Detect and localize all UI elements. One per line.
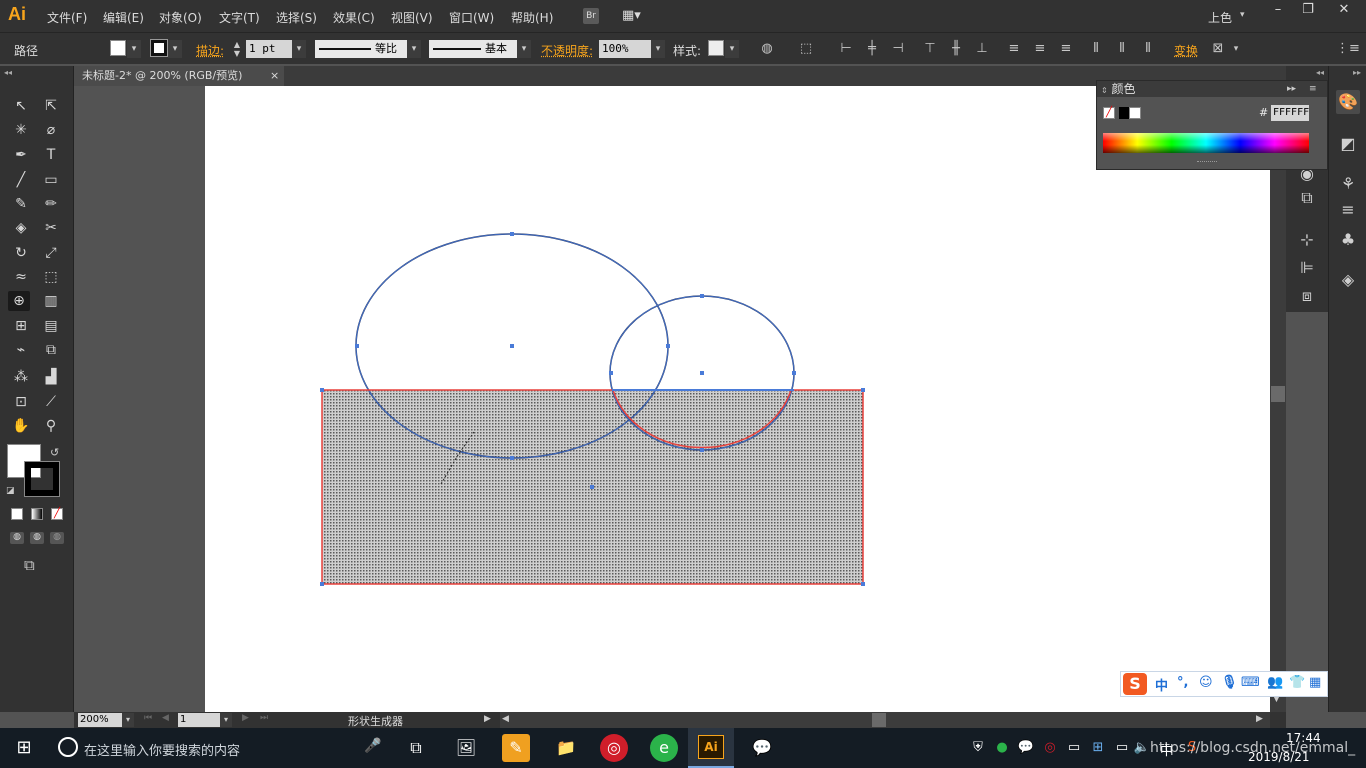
watermark-text: https://blog.csdn.net/emmal_ [1150,740,1356,756]
zoom-dropdown-icon[interactable]: ▾ [122,713,134,727]
pathfinder-panel-icon[interactable]: ⧈ [1295,284,1319,308]
next-artboard-icon[interactable]: ▶ [242,713,249,723]
illustrator-taskbar-item[interactable]: Ai [688,728,734,768]
keyboard-icon[interactable]: ⌨ [1241,675,1260,690]
color-spectrum[interactable] [1103,133,1309,153]
color-guide-panel-icon[interactable]: ◩ [1336,132,1360,156]
skin-icon[interactable]: 👕 [1289,675,1305,690]
ime-mode-toggle[interactable]: 中 [1155,675,1168,694]
first-artboard-icon[interactable]: ⏮ [144,713,152,723]
expand-panel-icon[interactable]: ▸▸ [1287,81,1296,97]
symbols-panel-icon[interactable]: ♣ [1336,228,1360,252]
layers-panel-icon[interactable]: ◈ [1336,268,1360,292]
brushes-panel-icon[interactable]: ⚘ [1336,172,1360,196]
cortana-circle-icon [58,737,78,757]
panel-dock-right: ▸▸ 🎨 ◩ ⚘ ≡ ♣ ◈ [1328,66,1366,712]
graphic-styles-panel-icon[interactable]: ⧉ [1295,186,1319,210]
emoji-icon[interactable]: ☺ [1199,675,1213,690]
hex-color-field[interactable]: FFFFFF [1271,105,1309,121]
horizontal-scroll-thumb[interactable] [872,713,886,727]
photos-app-icon[interactable]: 🖼 [452,734,480,762]
horizontal-scrollbar[interactable]: ◀ ▶ [500,712,1270,728]
wechat-app-icon[interactable]: 💬 [748,734,776,762]
vertical-scrollbar[interactable]: ▼ [1270,86,1286,712]
stroke-panel-icon[interactable]: ≡ [1336,198,1360,222]
artboard-number-field[interactable]: 1 [178,713,220,727]
expand-dock-icon-2[interactable]: ▸▸ [1353,68,1361,77]
black-color-swatch[interactable] [1119,107,1129,119]
current-tool-label: 形状生成器 [348,715,403,728]
voice-search-icon[interactable]: 🎤 [364,738,381,754]
hex-hash-label: # [1259,106,1269,119]
vertical-scroll-thumb[interactable] [1271,386,1285,402]
ime-toolbar: S 中 °, ☺ 🎙 ⌨ 👥 👕 ▦ [1120,671,1328,697]
status-menu-icon[interactable]: ▶ [484,714,491,724]
color-panel-title: 颜色 [1111,82,1136,96]
color-panel-header[interactable]: ⇕ 颜色 ▸▸ ≡ [1097,81,1327,97]
white-color-swatch[interactable] [1129,107,1141,119]
user-icon[interactable]: 👥 [1267,675,1283,690]
color-panel-icon[interactable]: 🎨 [1336,90,1360,114]
previous-artboard-icon[interactable]: ◀ [162,713,169,723]
netease-music-icon[interactable]: ◎ [600,734,628,762]
scroll-left-icon[interactable]: ◀ [502,714,509,724]
search-placeholder: 在这里输入你要搜索的内容 [84,744,241,759]
zoom-field[interactable]: 200% [78,713,122,727]
expand-dock-icon[interactable]: ◂◂ [1316,68,1324,77]
artboard-dropdown-icon[interactable]: ▾ [220,713,232,727]
none-color-swatch[interactable]: ╱ [1103,107,1115,119]
last-artboard-icon[interactable]: ⏭ [260,713,268,723]
transform-panel-icon[interactable]: ⊹ [1295,228,1319,252]
windows-taskbar: ⊞ 在这里输入你要搜索的内容 🎤 ⧉ 🖼 ✎ 📁 ◎ e Ai 💬 ⛨ ● 💬 … [0,728,1366,768]
ime-punctuation-toggle[interactable]: °, [1177,675,1188,690]
browser-app-icon[interactable]: e [650,734,678,762]
color-panel-menu-icon[interactable]: ≡ [1309,81,1317,97]
illustrator-app-icon: Ai [698,735,724,759]
notes-app-icon[interactable]: ✎ [502,734,530,762]
sogou-logo[interactable]: S [1123,673,1147,695]
microphone-icon[interactable]: 🎙 [1221,675,1238,690]
scroll-right-icon[interactable]: ▶ [1256,714,1263,724]
toolbox-icon[interactable]: ▦ [1309,675,1321,690]
panel-toggle-icon[interactable]: ⇕ [1101,86,1108,95]
align-panel-icon[interactable]: ⊫ [1295,256,1319,280]
taskbar-search-box[interactable]: 在这里输入你要搜索的内容 🎤 [48,728,388,768]
windows-start-icon[interactable]: ⊞ [10,734,38,762]
file-explorer-icon[interactable]: 📁 [552,734,580,762]
task-view-icon[interactable]: ⧉ [402,734,430,762]
resize-grip[interactable] [1197,161,1217,163]
color-panel: ⇕ 颜色 ▸▸ ≡ ╱ # FFFFFF [1096,80,1328,170]
